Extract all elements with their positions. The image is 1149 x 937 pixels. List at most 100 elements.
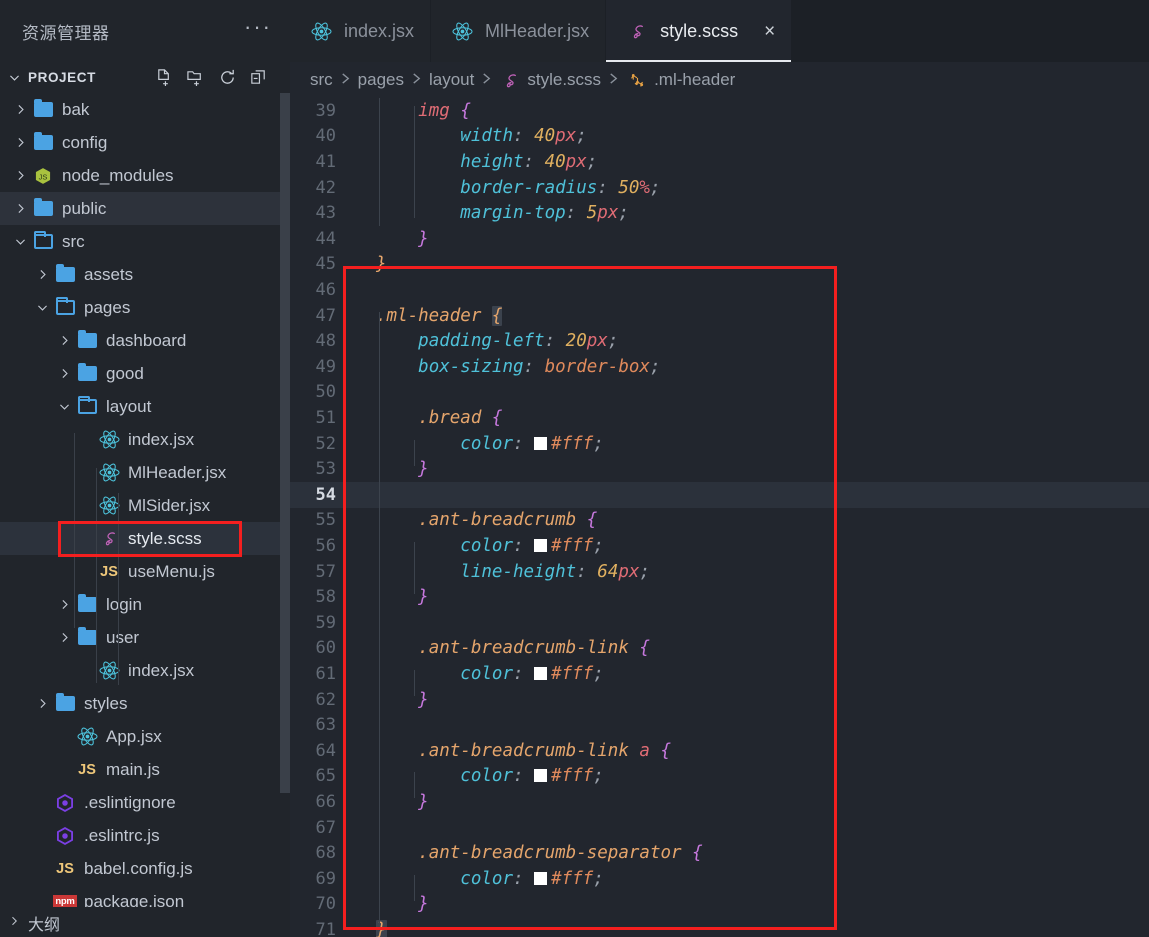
tree-item-styles[interactable]: styles xyxy=(0,687,290,720)
tree-item--eslintignore[interactable]: .eslintignore xyxy=(0,786,290,819)
code-line[interactable]: 41 height: 40px; xyxy=(290,149,1149,175)
breadcrumb-separator-icon xyxy=(608,72,619,89)
breadcrumb-item--ml-header[interactable]: .ml-header xyxy=(626,70,735,90)
folder-icon xyxy=(52,693,78,711)
tree-item-index-jsx[interactable]: index.jsx xyxy=(0,423,290,456)
project-section-header[interactable]: PROJECT xyxy=(0,62,290,93)
chevron-right-icon[interactable] xyxy=(54,334,74,347)
tree-item-mlsider-jsx[interactable]: MlSider.jsx xyxy=(0,489,290,522)
code-line[interactable]: 51 .bread { xyxy=(290,405,1149,431)
new-folder-icon[interactable] xyxy=(186,68,206,87)
code-line[interactable]: 50 xyxy=(290,380,1149,406)
refresh-icon[interactable] xyxy=(218,68,237,87)
file-tree[interactable]: bak config JS node_modules public src assets pa… xyxy=(0,93,290,907)
code-line[interactable]: 69 color: #fff; xyxy=(290,866,1149,892)
tree-item-assets[interactable]: assets xyxy=(0,258,290,291)
tree-item-index-jsx[interactable]: index.jsx xyxy=(0,654,290,687)
tree-item-app-jsx[interactable]: App.jsx xyxy=(0,720,290,753)
tree-item-babel-config-js[interactable]: JS babel.config.js xyxy=(0,852,290,885)
code-line[interactable]: 67 xyxy=(290,815,1149,841)
code-line[interactable]: 71} xyxy=(290,917,1149,937)
chevron-down-icon[interactable] xyxy=(32,301,52,314)
code-line[interactable]: 58 } xyxy=(290,584,1149,610)
tree-item-pages[interactable]: pages xyxy=(0,291,290,324)
tree-item-main-js[interactable]: JS main.js xyxy=(0,753,290,786)
new-file-icon[interactable] xyxy=(155,68,174,87)
code-line[interactable]: 44 } xyxy=(290,226,1149,252)
tree-item-dashboard[interactable]: dashboard xyxy=(0,324,290,357)
chevron-right-icon[interactable] xyxy=(8,914,20,932)
chevron-right-icon[interactable] xyxy=(54,598,74,611)
code-line[interactable]: 56 color: #fff; xyxy=(290,533,1149,559)
tab-style-scss[interactable]: style.scss × xyxy=(606,0,793,62)
chevron-down-icon[interactable] xyxy=(10,235,30,248)
code-line[interactable]: 59 xyxy=(290,610,1149,636)
code-line[interactable]: 47 .ml-header { xyxy=(290,303,1149,329)
tree-item-config[interactable]: config xyxy=(0,126,290,159)
tree-item-bak[interactable]: bak xyxy=(0,93,290,126)
tree-item-package-json[interactable]: npm package.json xyxy=(0,885,290,907)
chevron-right-icon[interactable] xyxy=(54,631,74,644)
chevron-right-icon[interactable] xyxy=(32,697,52,710)
tree-item--eslintrc-js[interactable]: .eslintrc.js xyxy=(0,819,290,852)
editor-tab-bar[interactable]: index.jsx MlHeader.jsx style.scss × xyxy=(290,0,1149,62)
code-line[interactable]: 65 color: #fff; xyxy=(290,764,1149,790)
breadcrumb-item-layout[interactable]: layout xyxy=(429,70,474,90)
chevron-right-icon[interactable] xyxy=(10,169,30,182)
chevron-right-icon[interactable] xyxy=(54,367,74,380)
more-actions-icon[interactable]: ··· xyxy=(244,16,272,40)
code-line[interactable]: 40 width: 40px; xyxy=(290,124,1149,150)
sidebar-scrollbar[interactable] xyxy=(280,93,290,793)
tree-item-style-scss[interactable]: style.scss xyxy=(0,522,290,555)
code-line[interactable]: 42 border-radius: 50%; xyxy=(290,175,1149,201)
tree-item-mlheader-jsx[interactable]: MlHeader.jsx xyxy=(0,456,290,489)
chevron-down-icon[interactable] xyxy=(54,400,74,413)
line-number: 49 xyxy=(315,356,336,377)
code-line[interactable]: 60 .ant-breadcrumb-link { xyxy=(290,636,1149,662)
code-line[interactable]: 54 xyxy=(290,482,1149,508)
code-line[interactable]: 46 xyxy=(290,277,1149,303)
code-line[interactable]: 68 .ant-breadcrumb-separator { xyxy=(290,840,1149,866)
code-line[interactable]: 48 padding-left: 20px; xyxy=(290,328,1149,354)
code-line[interactable]: 66 } xyxy=(290,789,1149,815)
chevron-right-icon[interactable] xyxy=(10,103,30,116)
tree-item-login[interactable]: login xyxy=(0,588,290,621)
code-editor[interactable]: 39 img {40 width: 40px; 41 height: 40px; 4… xyxy=(290,98,1149,937)
tab-mlheader-jsx[interactable]: MlHeader.jsx xyxy=(431,0,607,62)
eslint-icon xyxy=(52,793,78,813)
close-icon[interactable]: × xyxy=(764,22,775,41)
tree-item-user[interactable]: user xyxy=(0,621,290,654)
chevron-right-icon[interactable] xyxy=(10,202,30,215)
code-line[interactable]: 64 .ant-breadcrumb-link a { xyxy=(290,738,1149,764)
code-line[interactable]: 49 box-sizing: border-box; xyxy=(290,354,1149,380)
code-line[interactable]: 45} xyxy=(290,252,1149,278)
tab-index-jsx[interactable]: index.jsx xyxy=(290,0,432,62)
tree-item-good[interactable]: good xyxy=(0,357,290,390)
code-line[interactable]: 61 color: #fff; xyxy=(290,661,1149,687)
breadcrumb-item-src[interactable]: src xyxy=(310,70,333,90)
code-line[interactable]: 55 .ant-breadcrumb { xyxy=(290,508,1149,534)
breadcrumb[interactable]: src pages layout style.scss .ml-header xyxy=(290,62,1149,98)
breadcrumb-item-style-scss[interactable]: style.scss xyxy=(499,70,601,91)
code-line[interactable]: 62 } xyxy=(290,687,1149,713)
indent-guide xyxy=(414,772,415,798)
outline-section-header[interactable]: 大纲 xyxy=(0,907,290,937)
code-line[interactable]: 52 color: #fff; xyxy=(290,431,1149,457)
chevron-right-icon[interactable] xyxy=(32,268,52,281)
code-line[interactable]: 63 xyxy=(290,712,1149,738)
tree-item-src[interactable]: src xyxy=(0,225,290,258)
breadcrumb-item-pages[interactable]: pages xyxy=(358,70,404,90)
tree-item-node-modules[interactable]: JS node_modules xyxy=(0,159,290,192)
collapse-all-icon[interactable] xyxy=(249,68,268,87)
tree-item-layout[interactable]: layout xyxy=(0,390,290,423)
line-number: 42 xyxy=(315,177,336,198)
chevron-down-icon[interactable] xyxy=(6,71,22,84)
tree-item-usemenu-js[interactable]: JS useMenu.js xyxy=(0,555,290,588)
code-line[interactable]: 43 margin-top: 5px; xyxy=(290,200,1149,226)
code-line[interactable]: 57 line-height: 64px; xyxy=(290,559,1149,585)
code-line[interactable]: 39 img { xyxy=(290,98,1149,124)
chevron-right-icon[interactable] xyxy=(10,136,30,149)
code-line[interactable]: 70 } xyxy=(290,892,1149,918)
code-line[interactable]: 53 } xyxy=(290,456,1149,482)
tree-item-public[interactable]: public xyxy=(0,192,290,225)
